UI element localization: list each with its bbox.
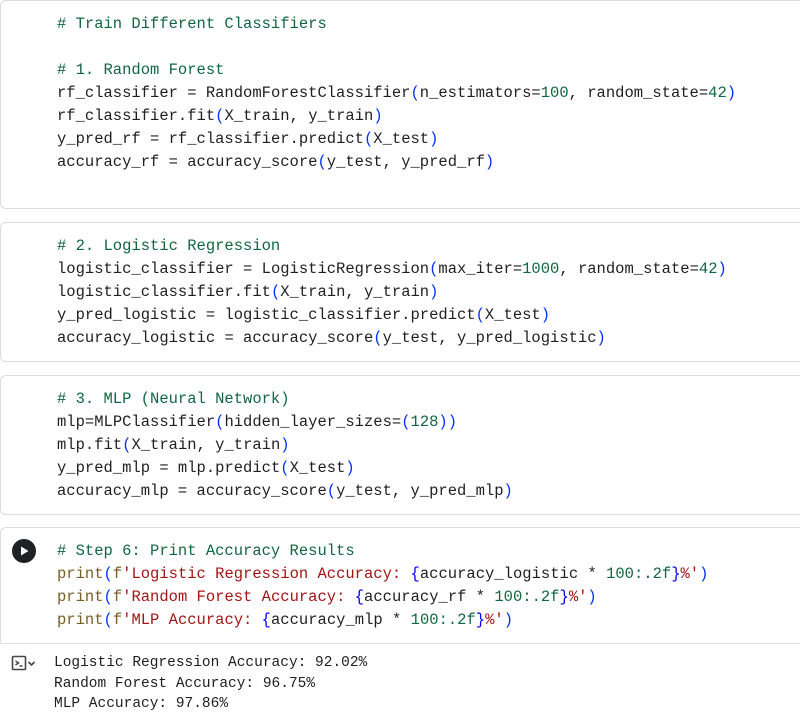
output-line: Logistic Regression Accuracy: 92.02% bbox=[54, 655, 368, 671]
code-line: y_pred_rf = rf_classifier.predict(X_test… bbox=[57, 130, 439, 148]
code-line: logistic_classifier.fit(X_train, y_train… bbox=[57, 283, 439, 301]
cell-output: Logistic Regression Accuracy: 92.02% Rand… bbox=[0, 643, 800, 728]
code-line: print(f'MLP Accuracy: {accuracy_mlp * 10… bbox=[57, 611, 514, 629]
code-line: accuracy_logistic = accuracy_score(y_tes… bbox=[57, 329, 606, 347]
cell-1-code[interactable]: # Train Different Classifiers # 1. Random… bbox=[57, 13, 736, 174]
output-text: Logistic Regression Accuracy: 92.02% Rand… bbox=[54, 653, 367, 715]
code-line: print(f'Logistic Regression Accuracy: {a… bbox=[57, 565, 709, 583]
code-cell-2[interactable]: # 2. Logistic Regression logistic_classif… bbox=[0, 222, 800, 362]
code-line: mlp.fit(X_train, y_train) bbox=[57, 436, 290, 454]
code-cell-3[interactable]: # 3. MLP (Neural Network) mlp=MLPClassifi… bbox=[0, 375, 800, 515]
code-cell-1[interactable]: # Train Different Classifiers # 1. Random… bbox=[0, 0, 800, 209]
code-line: y_pred_logistic = logistic_classifier.pr… bbox=[57, 306, 551, 324]
code-line: # 3. MLP (Neural Network) bbox=[57, 390, 290, 408]
code-line: print(f'Random Forest Accuracy: {accurac… bbox=[57, 588, 597, 606]
cell-3-code[interactable]: # 3. MLP (Neural Network) mlp=MLPClassifi… bbox=[57, 388, 513, 503]
code-line: accuracy_mlp = accuracy_score(y_test, y_… bbox=[57, 482, 513, 500]
run-cell-button[interactable] bbox=[12, 539, 36, 563]
cell-4-code[interactable]: # Step 6: Print Accuracy Results print(f'… bbox=[57, 540, 708, 632]
code-line: rf_classifier.fit(X_train, y_train) bbox=[57, 107, 383, 125]
code-line: # 1. Random Forest bbox=[57, 61, 225, 79]
code-line: logistic_classifier = LogisticRegression… bbox=[57, 260, 727, 278]
code-line: # Step 6: Print Accuracy Results bbox=[57, 542, 355, 560]
code-line: accuracy_rf = accuracy_score(y_test, y_p… bbox=[57, 153, 495, 171]
code-line: rf_classifier = RandomForestClassifier(n… bbox=[57, 84, 737, 102]
code-line: mlp=MLPClassifier(hidden_layer_sizes=(12… bbox=[57, 413, 458, 431]
cell-2-code[interactable]: # 2. Logistic Regression logistic_classif… bbox=[57, 235, 727, 350]
output-line: Random Forest Accuracy: 96.75% bbox=[54, 675, 316, 692]
code-line: # Train Different Classifiers bbox=[57, 15, 327, 33]
output-line: MLP Accuracy: 97.86% bbox=[54, 696, 229, 712]
play-icon bbox=[21, 546, 29, 556]
code-line: y_pred_mlp = mlp.predict(X_test) bbox=[57, 459, 355, 477]
code-line: # 2. Logistic Regression bbox=[57, 237, 281, 255]
output-toggle-icon[interactable] bbox=[10, 654, 36, 674]
